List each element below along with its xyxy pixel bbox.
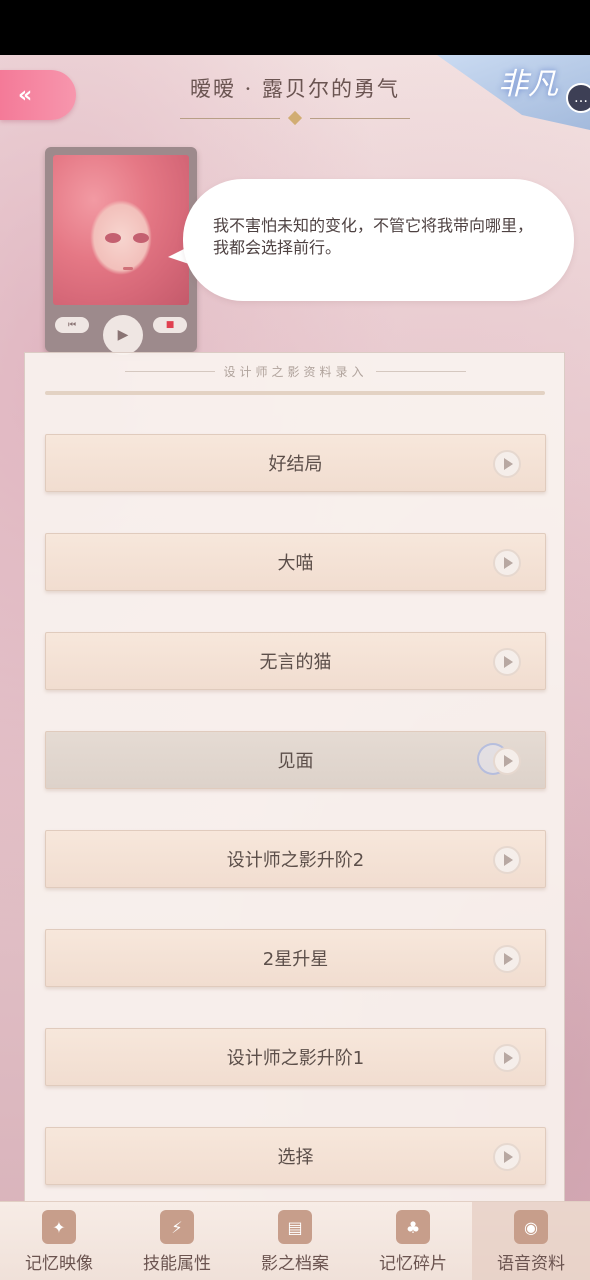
rarity-badge-text: 非凡 bbox=[498, 67, 558, 102]
tab-memory-image[interactable]: ✦ 记忆映像 bbox=[0, 1202, 118, 1280]
voice-records-screen: « 暧暧 · 露贝尔的勇气 非凡 … ⏮ ▶ ■ 我不害怕未知的变化，不管它将我… bbox=[0, 55, 590, 1280]
document-icon: ▤ bbox=[278, 1210, 312, 1244]
voice-item[interactable]: 2星升星 bbox=[45, 929, 546, 987]
voice-item-label: 2星升星 bbox=[262, 949, 329, 970]
quote-bubble: 我不害怕未知的变化，不管它将我带向哪里，我都会选择前行。 bbox=[183, 179, 574, 301]
voice-item[interactable]: 选择 bbox=[45, 1127, 546, 1185]
section-title: 设计师之影资料录入 bbox=[223, 365, 368, 379]
bottom-tab-bar: ✦ 记忆映像 ⚡ 技能属性 ▤ 影之档案 ♣ 记忆碎片 ◉ 语音资料 bbox=[0, 1201, 590, 1280]
lightning-icon: ⚡ bbox=[160, 1210, 194, 1244]
tab-label: 记忆碎片 bbox=[379, 1254, 447, 1274]
voice-item-label: 见面 bbox=[277, 751, 314, 772]
play-circle-icon[interactable] bbox=[493, 450, 521, 478]
play-circle-icon[interactable] bbox=[493, 1143, 521, 1171]
voice-item[interactable]: 设计师之影升阶2 bbox=[45, 830, 546, 888]
voice-item[interactable]: 设计师之影升阶1 bbox=[45, 1028, 546, 1086]
dress-icon: ♣ bbox=[396, 1210, 430, 1244]
player-controls: ⏮ ▶ ■ bbox=[53, 315, 189, 355]
status-bar bbox=[0, 0, 590, 55]
voice-item-label: 好结局 bbox=[268, 454, 323, 475]
tab-memory-fragments[interactable]: ♣ 记忆碎片 bbox=[354, 1202, 472, 1280]
list-divider bbox=[45, 391, 545, 395]
memory-card-icon: ✦ bbox=[42, 1210, 76, 1244]
character-portrait bbox=[53, 155, 189, 305]
page-title: 暧暧 · 露贝尔的勇气 bbox=[189, 77, 401, 101]
chat-bubble-icon[interactable]: … bbox=[566, 83, 590, 113]
voice-player-card: ⏮ ▶ ■ bbox=[45, 147, 197, 355]
voice-item-label: 大喵 bbox=[277, 553, 314, 574]
tab-skill-attributes[interactable]: ⚡ 技能属性 bbox=[118, 1202, 236, 1280]
stop-icon[interactable]: ■ bbox=[153, 317, 187, 333]
back-chevron-icon: « bbox=[18, 82, 33, 108]
play-circle-icon[interactable] bbox=[493, 549, 521, 577]
back-button[interactable]: « bbox=[0, 70, 76, 120]
voice-item-label: 选择 bbox=[277, 1147, 314, 1168]
play-circle-icon[interactable] bbox=[493, 1044, 521, 1072]
play-circle-icon[interactable] bbox=[493, 945, 521, 973]
title-divider bbox=[180, 110, 410, 126]
voice-item-label: 无言的猫 bbox=[259, 652, 332, 673]
play-icon[interactable]: ▶ bbox=[103, 315, 143, 355]
tab-label: 影之档案 bbox=[261, 1254, 329, 1274]
play-circle-icon[interactable] bbox=[493, 747, 521, 775]
play-circle-icon[interactable] bbox=[493, 846, 521, 874]
tab-label: 技能属性 bbox=[143, 1254, 211, 1274]
voice-item[interactable]: 好结局 bbox=[45, 434, 546, 492]
voice-item[interactable]: 大喵 bbox=[45, 533, 546, 591]
tab-voice-records[interactable]: ◉ 语音资料 bbox=[472, 1202, 590, 1280]
voice-device-icon: ◉ bbox=[514, 1210, 548, 1244]
voice-item-label: 设计师之影升阶2 bbox=[226, 850, 365, 871]
section-header: 设计师之影资料录入 bbox=[25, 361, 566, 383]
voice-list-panel: 设计师之影资料录入 好结局 大喵 无言的猫 见面 设计师之影升阶2 2星升星 设… bbox=[24, 352, 565, 1212]
tab-shadow-archive[interactable]: ▤ 影之档案 bbox=[236, 1202, 354, 1280]
previous-icon[interactable]: ⏮ bbox=[55, 317, 89, 333]
play-circle-icon[interactable] bbox=[493, 648, 521, 676]
voice-item[interactable]: 无言的猫 bbox=[45, 632, 546, 690]
tab-label: 语音资料 bbox=[497, 1254, 565, 1274]
voice-item-selected[interactable]: 见面 bbox=[45, 731, 546, 789]
voice-item-label: 设计师之影升阶1 bbox=[226, 1048, 365, 1069]
tab-label: 记忆映像 bbox=[25, 1254, 93, 1274]
